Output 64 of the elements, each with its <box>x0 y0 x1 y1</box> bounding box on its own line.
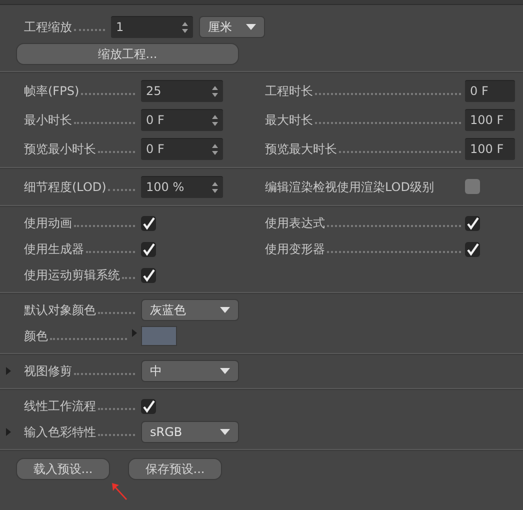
leader-line <box>74 373 135 375</box>
number-field[interactable]: 0 F <box>465 80 515 102</box>
arrow-icon <box>111 482 129 501</box>
checkbox[interactable] <box>465 216 480 230</box>
number-field[interactable]: 0 F <box>141 138 223 160</box>
spinner-arrows-icon[interactable] <box>212 182 218 192</box>
checkbox[interactable] <box>141 242 156 256</box>
leader-line <box>86 251 135 253</box>
field-label: 细节程度(LOD) <box>24 178 106 196</box>
caret-icon <box>220 368 230 374</box>
checkbox[interactable] <box>141 216 156 230</box>
caret-icon <box>220 307 230 313</box>
leader-line <box>98 408 135 410</box>
field-label: 颜色 <box>24 328 48 345</box>
push-button[interactable]: 载入预设... <box>16 458 110 480</box>
number-field[interactable]: 1 <box>111 16 193 38</box>
field-label: 最大时长 <box>265 112 313 128</box>
push-button[interactable]: 缩放工程... <box>16 43 239 65</box>
field-label: 使用生成器 <box>24 241 84 258</box>
field-label: 帧率(FPS) <box>24 82 80 100</box>
dropdown[interactable]: 灰蓝色 <box>141 299 239 321</box>
checkbox[interactable] <box>141 398 156 414</box>
field-label: 线性工作流程 <box>24 398 96 415</box>
leader-line <box>108 188 135 190</box>
leader-line <box>122 277 135 279</box>
caret-icon <box>220 429 230 435</box>
number-field[interactable]: 100 F <box>465 108 515 130</box>
leader-line <box>98 150 135 152</box>
field-label: 工程时长 <box>265 82 313 100</box>
dropdown[interactable]: 中 <box>141 360 239 382</box>
color-swatch[interactable] <box>141 326 177 346</box>
dropdown[interactable]: 厘米 <box>199 16 265 38</box>
field-label: 输入色彩特性 <box>24 424 96 441</box>
dropdown[interactable]: sRGB <box>141 421 239 443</box>
push-button[interactable]: 保存预设... <box>128 458 222 480</box>
spinner-arrows-icon[interactable] <box>212 86 218 96</box>
checkbox[interactable] <box>465 179 480 194</box>
spinner-arrows-icon[interactable] <box>212 114 218 126</box>
field-label: 工程缩放 <box>24 18 72 36</box>
field-label: 视图修剪 <box>24 363 72 380</box>
number-field[interactable]: 100 F <box>465 138 515 160</box>
number-field[interactable]: 0 F <box>141 108 223 130</box>
field-label: 预览最小时长 <box>24 140 96 158</box>
caret-icon <box>246 24 256 30</box>
field-label: 预览最大时长 <box>265 140 337 158</box>
field-label: 编辑渲染检视使用渲染LOD级别 <box>265 178 434 196</box>
spinner-arrows-icon[interactable] <box>182 22 188 32</box>
leader-line <box>98 434 135 436</box>
field-label: 默认对象颜色 <box>24 302 96 319</box>
checkbox[interactable] <box>141 268 156 282</box>
field-label: 使用动画 <box>24 215 72 232</box>
field-label: 最小时长 <box>24 112 72 128</box>
leader-line <box>74 28 105 30</box>
field-label: 使用变形器 <box>265 241 325 258</box>
leader-line <box>74 122 135 124</box>
spinner-arrows-icon[interactable] <box>212 144 218 154</box>
checkbox[interactable] <box>465 242 480 256</box>
number-field[interactable]: 100 % <box>141 176 223 198</box>
number-field[interactable]: 25 <box>141 80 223 102</box>
field-label: 使用表达式 <box>265 215 325 232</box>
leader-line <box>74 225 135 227</box>
leader-line <box>81 92 135 94</box>
leader-line <box>98 312 135 314</box>
field-label: 使用运动剪辑系统 <box>24 267 120 284</box>
